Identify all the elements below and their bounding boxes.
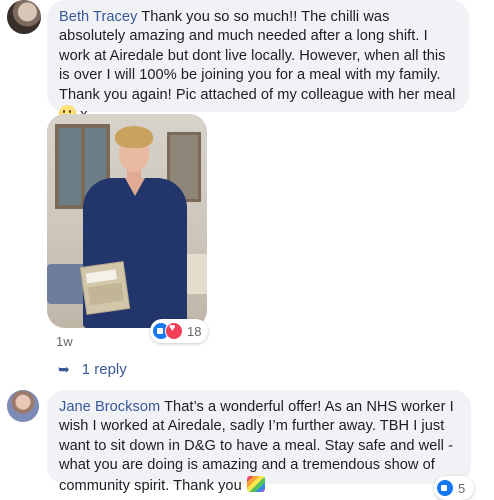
comment-author-link[interactable]: Jane Brocksom — [59, 399, 160, 415]
view-replies-link[interactable]: ➥ 1 reply — [58, 361, 127, 378]
comment-bubble: Jane Brocksom That’s a wonderful offer! … — [47, 390, 471, 494]
reply-arrow-icon: ➥ — [58, 361, 70, 377]
comment-thread: Beth Tracey Thank you so so much!! The c… — [0, 0, 494, 500]
avatar-jane-brocksom[interactable] — [7, 390, 39, 422]
rainbow-icon — [246, 475, 265, 492]
comment-bubble: Beth Tracey Thank you so so much!! The c… — [47, 0, 469, 123]
comment-author-link[interactable]: Beth Tracey — [59, 9, 137, 25]
reaction-count: 18 — [187, 323, 202, 339]
attached-photo[interactable] — [47, 114, 207, 328]
view-replies-label: 1 reply — [81, 361, 127, 378]
reactions-summary[interactable]: 18 — [150, 319, 208, 343]
comment-timestamp[interactable]: 1w — [56, 334, 73, 349]
reactions-summary[interactable]: 5 — [434, 476, 474, 500]
love-icon — [165, 322, 183, 340]
reaction-count: 5 — [458, 480, 466, 496]
like-icon — [436, 479, 454, 497]
avatar-beth-tracey[interactable] — [7, 0, 41, 34]
